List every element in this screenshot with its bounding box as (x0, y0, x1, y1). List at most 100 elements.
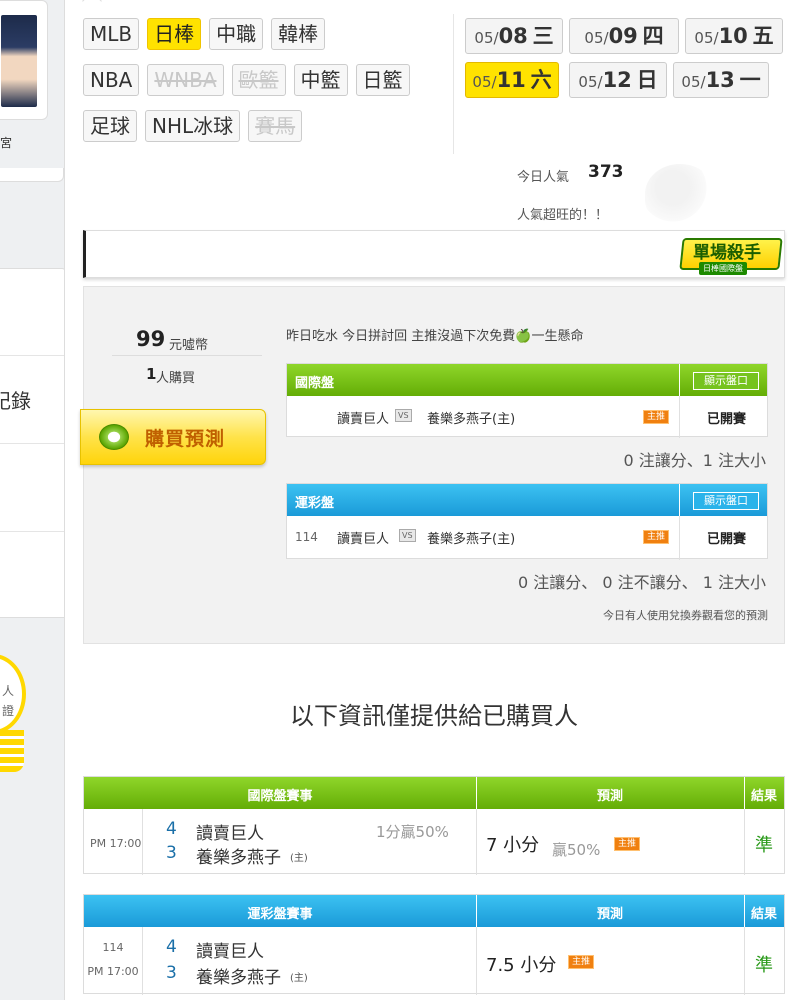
intl-col-pred: 預測 (596, 789, 623, 804)
buy-prediction-button[interactable]: 購買預測 (80, 409, 266, 465)
sport-tab[interactable]: 足球 (83, 110, 137, 142)
date-weekday: 三 (532, 24, 554, 48)
away-team: 讀賣巨人 (196, 942, 264, 962)
lottery-away-team[interactable]: 讀賣巨人 (337, 528, 389, 547)
intl-home-team[interactable]: 養樂多燕子(主) (427, 408, 515, 427)
prediction-main: 7 小分 (486, 835, 540, 856)
intl-panel-title: 國際盤 (295, 376, 335, 391)
sport-tab[interactable]: 日籃 (355, 64, 410, 96)
avatar[interactable] (1, 15, 37, 107)
game-time: PM 17:00 (87, 965, 139, 978)
main-pick-badge: 主推 (643, 410, 670, 424)
result-value: 準 (755, 835, 773, 856)
sport-tab[interactable]: NHL冰球 (145, 110, 241, 142)
popularity-note: 人氣超旺的！！ (517, 208, 609, 223)
lottery-note: 今日有人使用兌換券觀看您的預測 (603, 609, 768, 622)
popularity-box: 今日人氣 373 人氣超旺的！！ (515, 160, 795, 226)
date-month: 05/ (681, 73, 706, 91)
home-mark: (主) (290, 973, 308, 984)
lottery-col-pred: 預測 (596, 907, 623, 922)
date-tab[interactable]: 05/08 三 (465, 18, 563, 54)
bulb-text-2: 證 (2, 704, 15, 718)
price-unit: 元噓幣 (169, 338, 209, 353)
popularity-value: 373 (588, 162, 624, 182)
sport-tab[interactable]: 中職 (209, 18, 264, 50)
bulb-text-1: 人 (2, 684, 15, 698)
date-day: 12 (602, 68, 632, 92)
sidebar-divider (0, 168, 64, 182)
date-day: 10 (718, 24, 748, 48)
handicap-line: 1分贏50% (376, 823, 449, 841)
home-score: 3 (166, 843, 177, 863)
intl-away-team[interactable]: 讀賣巨人 (337, 408, 389, 427)
date-weekday: 六 (530, 68, 552, 92)
date-month: 05/ (584, 29, 609, 47)
sport-tab[interactable]: 中籃 (293, 64, 348, 96)
date-day: 11 (496, 68, 526, 92)
lottery-result-table: 運彩盤賽事 預測 結果 114 PM 17:00 4 讀賣巨人 3 養樂多燕子 … (83, 894, 785, 995)
killer-badge-sub: 日棒國際盤 (699, 262, 747, 275)
sidebar-item-record[interactable]: 記錄 (0, 357, 65, 443)
prediction-main: 7.5 小分 (486, 955, 557, 976)
intl-result-table: 國際盤賽事 預測 結果 PM 17:00 4 讀賣巨人 1分贏50% 3 養樂多… (83, 776, 785, 875)
date-tab[interactable]: 05/13 一 (673, 62, 769, 98)
flower-icon (645, 164, 715, 224)
date-month: 05/ (472, 73, 497, 91)
vs-icon: VS (395, 409, 412, 422)
header-divider (453, 14, 454, 154)
purchased-heading: 以下資訊僅提供給已購買人 (290, 702, 578, 730)
sport-tab[interactable]: MLB (83, 18, 140, 50)
main-pick-badge: 主推 (568, 955, 595, 969)
date-weekday: 五 (752, 24, 774, 48)
sport-tab[interactable]: 韓棒 (271, 18, 326, 50)
date-month: 05/ (578, 73, 603, 91)
sport-tab[interactable]: 日棒 (147, 18, 202, 50)
date-weekday: 一 (739, 68, 761, 92)
away-score: 4 (166, 819, 177, 839)
main-pick-badge: 主推 (614, 837, 641, 851)
intl-summary: 0 注讓分、1 注大小 (623, 451, 766, 470)
killer-badge-title: 單場殺手 (693, 243, 761, 263)
lottery-col-game: 運彩盤賽事 (247, 907, 313, 922)
away-score: 4 (166, 937, 177, 957)
slogan: 昨日吃水 今日拼討回 主推沒過下次免費🍏一生懸命 (286, 329, 584, 344)
date-tab[interactable]: 05/12 日 (569, 62, 667, 98)
bulb-base (0, 730, 24, 772)
show-odds-button[interactable]: 顯示盤口 (693, 492, 759, 510)
home-team: 養樂多燕子 (196, 968, 281, 988)
sidebar-menu: 記錄 (0, 268, 66, 618)
lottery-col-result: 結果 (750, 907, 777, 922)
buyers-text: 人購買 (156, 371, 196, 386)
date-day: 08 (498, 24, 528, 48)
lottery-panel-title: 運彩盤 (295, 496, 335, 511)
popularity-label: 今日人氣 (517, 170, 570, 185)
sport-tab[interactable]: NBA (83, 64, 140, 96)
prediction-area: 99 元噓幣 1 人購買 購買預測 昨日吃水 今日拼討回 主推沒過下次免費🍏一生… (80, 286, 785, 644)
date-tab[interactable]: 05/11 六 (465, 62, 559, 98)
sport-tab: 賽馬 (248, 110, 303, 142)
date-month: 05/ (694, 29, 719, 47)
date-weekday: 日 (636, 68, 658, 92)
date-tab[interactable]: 05/09 四 (569, 18, 679, 54)
date-day: 13 (705, 68, 735, 92)
lottery-panel: 運彩盤 顯示盤口 114 讀賣巨人 VS 養樂多燕子(主) 主推 已開賽 (286, 483, 768, 560)
buyers-num: 1 (146, 365, 157, 383)
top-notch (82, 0, 102, 11)
price-value: 99 (136, 327, 166, 351)
show-odds-button[interactable]: 顯示盤口 (693, 372, 759, 390)
intl-panel: 國際盤 顯示盤口 讀賣巨人 VS 養樂多燕子(主) 主推 已開賽 (286, 363, 768, 438)
prediction-sub: 贏50% (552, 841, 601, 859)
date-weekday: 四 (642, 24, 664, 48)
left-sidebar: 宮 記錄 人 證 (0, 0, 66, 1000)
game-num: 114 (102, 941, 124, 954)
main-pick-badge: 主推 (643, 530, 670, 544)
result-value: 準 (755, 955, 773, 976)
killer-badge: 單場殺手 日棒國際盤 (677, 224, 787, 282)
date-tab[interactable]: 05/10 五 (685, 18, 783, 54)
main-panel: MLB 日棒 中職 韓棒 NBA WNBA 歐籃 中籃 日籃 足球 NHL冰球 賽馬 05/08 三0… (64, 0, 810, 1000)
home-mark: (主) (290, 853, 308, 864)
away-team: 讀賣巨人 (196, 824, 264, 844)
date-day: 09 (608, 24, 638, 48)
lottery-home-team[interactable]: 養樂多燕子(主) (427, 528, 515, 547)
intl-col-result: 結果 (750, 789, 777, 804)
